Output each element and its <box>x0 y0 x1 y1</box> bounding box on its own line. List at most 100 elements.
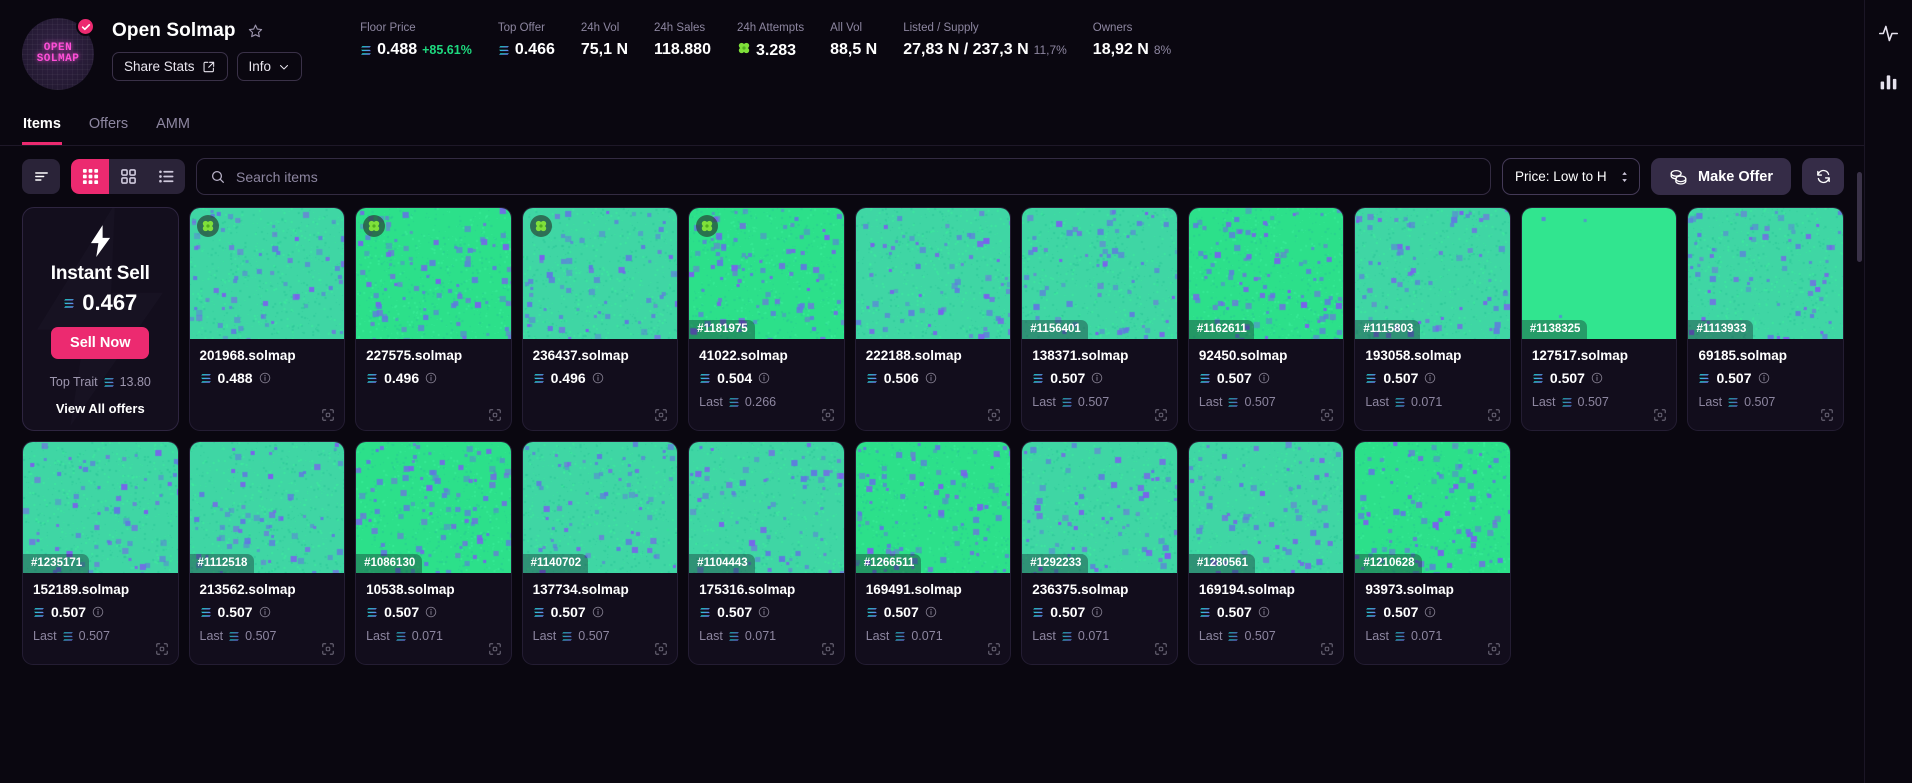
star-outline-icon[interactable] <box>247 23 264 40</box>
nft-card[interactable]: #1162611 92450.solmap 0.507 Last 0.507 <box>1187 207 1345 431</box>
nft-card[interactable]: #1266511 169491.solmap 0.507 Last 0.071 <box>854 441 1012 665</box>
info-icon[interactable] <box>1258 372 1270 384</box>
filter-button[interactable] <box>22 159 60 194</box>
info-icon[interactable] <box>425 372 437 384</box>
nft-card[interactable]: #1140702 137734.solmap 0.507 Last 0.507 <box>521 441 679 665</box>
expand-icon[interactable] <box>1653 408 1667 422</box>
expand-icon[interactable] <box>1320 408 1334 422</box>
expand-icon[interactable] <box>488 642 502 656</box>
nft-thumbnail[interactable]: #1162611 <box>1188 208 1344 339</box>
bar-chart-button[interactable] <box>1874 66 1904 96</box>
nft-thumbnail[interactable]: #1104443 <box>689 442 844 573</box>
nft-thumbnail[interactable]: #1086130 <box>356 442 511 573</box>
nft-card[interactable]: #1138325 127517.solmap 0.507 Last 0.507 <box>1520 207 1678 431</box>
nft-last-price: 0.071 <box>1411 395 1443 409</box>
view-all-offers-link[interactable]: View All offers <box>56 401 145 416</box>
info-icon[interactable] <box>1758 372 1770 384</box>
expand-icon[interactable] <box>1487 642 1501 656</box>
nft-card[interactable]: #1292233 236375.solmap 0.507 Last 0.071 <box>1021 441 1178 665</box>
nft-thumbnail[interactable]: #1280561 <box>1188 442 1344 573</box>
nft-thumbnail[interactable]: #1115803 <box>1355 208 1510 339</box>
nft-thumbnail[interactable]: #1156401 <box>1022 208 1177 339</box>
share-stats-button[interactable]: Share Stats <box>112 52 228 81</box>
expand-icon[interactable] <box>1487 408 1501 422</box>
activity-pulse-button[interactable] <box>1874 18 1904 48</box>
info-icon[interactable] <box>925 606 937 618</box>
nft-card[interactable]: 227575.solmap 0.496 <box>355 207 512 431</box>
expand-icon[interactable] <box>321 642 335 656</box>
nft-thumbnail[interactable]: #1140702 <box>522 442 678 573</box>
info-icon[interactable] <box>1424 372 1436 384</box>
nft-thumbnail[interactable]: #1113933 <box>1688 208 1843 339</box>
expand-icon[interactable] <box>987 408 1001 422</box>
nft-card[interactable]: #1112518 213562.solmap 0.507 Last 0.507 <box>188 441 346 665</box>
nft-thumbnail[interactable]: #1181975 <box>689 208 844 339</box>
refresh-button[interactable] <box>1802 158 1844 195</box>
info-icon[interactable] <box>259 606 271 618</box>
expand-icon[interactable] <box>654 408 668 422</box>
info-icon[interactable] <box>425 606 437 618</box>
expand-icon[interactable] <box>821 408 835 422</box>
nft-card[interactable]: #1156401 138371.solmap 0.507 Last 0.507 <box>1021 207 1178 431</box>
tab-items[interactable]: Items <box>22 110 62 145</box>
info-dropdown-button[interactable]: Info <box>236 52 303 81</box>
nft-card[interactable]: 236437.solmap 0.496 <box>521 207 679 431</box>
info-icon[interactable] <box>758 606 770 618</box>
search-box[interactable] <box>196 158 1492 195</box>
nft-last-price: 0.507 <box>578 629 610 643</box>
info-icon[interactable] <box>758 372 770 384</box>
tab-offers[interactable]: Offers <box>88 110 129 145</box>
nft-thumbnail[interactable]: #1235171 <box>23 442 178 573</box>
expand-icon[interactable] <box>1154 642 1168 656</box>
info-icon[interactable] <box>1091 606 1103 618</box>
nft-thumbnail[interactable]: #1292233 <box>1022 442 1177 573</box>
nft-name: 227575.solmap <box>366 348 463 363</box>
expand-icon[interactable] <box>987 642 1001 656</box>
expand-icon[interactable] <box>321 408 335 422</box>
nft-card[interactable]: #1235171 152189.solmap 0.507 Last 0.507 <box>22 441 179 665</box>
nft-card[interactable]: #1280561 169194.solmap 0.507 Last 0.507 <box>1187 441 1345 665</box>
expand-icon[interactable] <box>488 408 502 422</box>
nft-thumbnail[interactable] <box>189 208 345 339</box>
nft-card[interactable]: #1210628 93973.solmap 0.507 Last 0.071 <box>1354 441 1511 665</box>
info-icon[interactable] <box>1258 606 1270 618</box>
nft-card[interactable]: #1104443 175316.solmap 0.507 Last 0.071 <box>688 441 845 665</box>
expand-icon[interactable] <box>821 642 835 656</box>
view-list-button[interactable] <box>147 159 185 194</box>
nft-thumbnail[interactable] <box>522 208 678 339</box>
info-icon[interactable] <box>92 606 104 618</box>
make-offer-button[interactable]: Make Offer <box>1651 158 1791 195</box>
info-icon[interactable] <box>925 372 937 384</box>
info-icon[interactable] <box>1091 372 1103 384</box>
info-icon[interactable] <box>592 372 604 384</box>
nft-card[interactable]: #1086130 10538.solmap 0.507 Last 0.071 <box>355 441 512 665</box>
sell-now-button[interactable]: Sell Now <box>51 327 150 359</box>
nft-thumbnail[interactable] <box>356 208 511 339</box>
info-icon[interactable] <box>1591 372 1603 384</box>
info-icon[interactable] <box>259 372 271 384</box>
nft-thumbnail[interactable]: #1138325 <box>1521 208 1677 339</box>
nft-card[interactable]: #1115803 193058.solmap 0.507 Last 0.071 <box>1354 207 1511 431</box>
info-icon[interactable] <box>592 606 604 618</box>
expand-icon[interactable] <box>654 642 668 656</box>
nft-card[interactable]: 201968.solmap 0.488 <box>188 207 346 431</box>
view-grid-small-button[interactable] <box>71 159 109 194</box>
expand-icon[interactable] <box>1820 408 1834 422</box>
expand-icon[interactable] <box>1320 642 1334 656</box>
expand-icon[interactable] <box>1154 408 1168 422</box>
nft-thumbnail[interactable]: #1112518 <box>189 442 345 573</box>
tab-amm[interactable]: AMM <box>155 110 191 145</box>
sort-dropdown[interactable]: Price: Low to High <box>1502 158 1641 195</box>
nft-card[interactable]: 222188.solmap 0.506 <box>854 207 1012 431</box>
view-grid-large-button[interactable] <box>109 159 147 194</box>
nft-card[interactable]: #1181975 41022.solmap 0.504 Last 0.266 <box>688 207 845 431</box>
nft-thumbnail[interactable]: #1210628 <box>1355 442 1510 573</box>
nft-thumbnail[interactable]: #1266511 <box>855 442 1011 573</box>
nft-thumbnail[interactable] <box>855 208 1011 339</box>
page-scrollbar[interactable] <box>1857 172 1862 262</box>
info-icon[interactable] <box>1424 606 1436 618</box>
expand-icon[interactable] <box>155 642 169 656</box>
nft-card[interactable]: #1113933 69185.solmap 0.507 Last 0.507 <box>1687 207 1844 431</box>
search-input[interactable] <box>236 168 1478 185</box>
avatar[interactable]: OPEN SOLMAP <box>22 17 95 90</box>
